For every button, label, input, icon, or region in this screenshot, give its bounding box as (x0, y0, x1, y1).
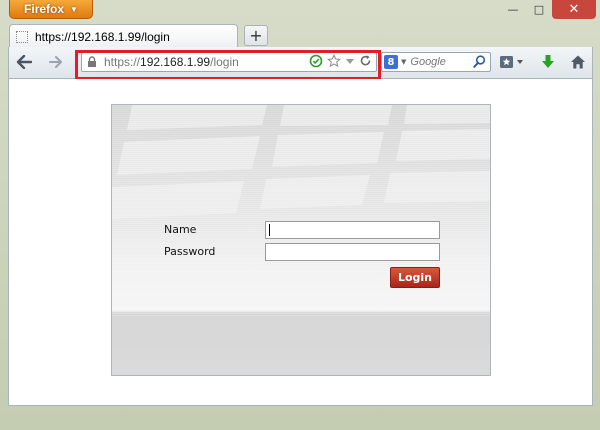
search-bar[interactable]: 8 ▼ Google (381, 52, 491, 72)
window-controls: — □ ✕ (500, 0, 596, 19)
name-input[interactable] (265, 221, 440, 239)
minimize-button[interactable]: — (500, 0, 526, 19)
bookmarks-star-icon (500, 56, 523, 68)
downloads-button[interactable] (539, 53, 557, 71)
text-cursor (269, 224, 270, 236)
download-arrow-icon (542, 55, 554, 68)
firefox-menu-label: Firefox (24, 2, 65, 16)
google-search-engine-icon[interactable]: 8 (384, 55, 398, 69)
login-panel: Name Password Login (111, 104, 491, 376)
back-button[interactable] (15, 53, 33, 71)
search-icon[interactable] (473, 55, 486, 68)
address-bar-highlight (75, 50, 381, 80)
firefox-menu-button[interactable]: Firefox ▼ (9, 0, 93, 19)
home-icon (571, 55, 585, 69)
chevron-down-icon: ▼ (70, 4, 78, 14)
bookmarks-button[interactable] (499, 53, 525, 71)
close-window-button[interactable]: ✕ (552, 0, 596, 19)
blank-page-icon (16, 30, 28, 43)
password-input[interactable] (265, 243, 440, 261)
chevron-down-icon[interactable]: ▼ (401, 58, 406, 66)
search-placeholder: Google (410, 56, 446, 68)
arrow-left-icon (16, 55, 32, 69)
new-tab-button[interactable]: + (244, 25, 268, 46)
name-label: Name (164, 223, 197, 236)
forward-button[interactable] (47, 53, 65, 71)
maximize-button[interactable]: □ (526, 0, 552, 19)
password-label: Password (164, 245, 216, 258)
home-button[interactable] (569, 53, 587, 71)
tab-login[interactable]: https://192.168.1.99/login (9, 24, 238, 48)
tab-title: https://192.168.1.99/login (35, 29, 170, 44)
login-button[interactable]: Login (390, 267, 440, 288)
page-content: Name Password Login (8, 79, 593, 406)
arrow-right-icon (49, 56, 62, 68)
